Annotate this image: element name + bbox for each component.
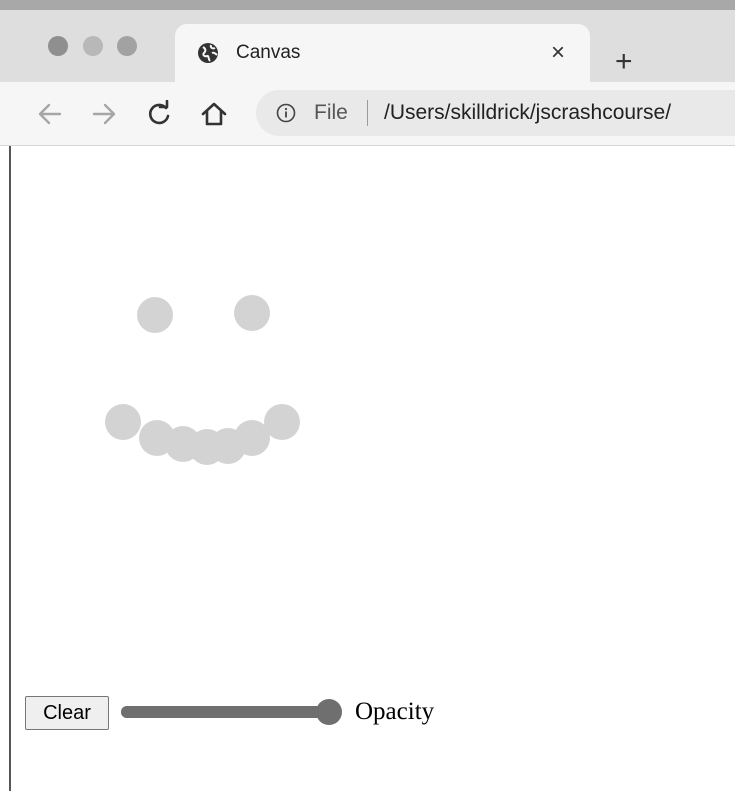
page-viewport: Clear Opacity	[0, 146, 735, 791]
reload-icon[interactable]	[145, 99, 173, 128]
back-arrow-icon[interactable]	[36, 100, 64, 128]
smile-dot	[105, 404, 141, 440]
drawing-canvas[interactable]	[0, 146, 735, 686]
close-window-button[interactable]	[48, 36, 68, 56]
url-text[interactable]: /Users/skilldrick/jscrashcourse/	[384, 102, 671, 124]
tab-title: Canvas	[236, 42, 301, 63]
url-scheme-label: File	[314, 101, 348, 124]
opacity-slider-thumb[interactable]	[316, 699, 342, 725]
tab-strip: Canvas × +	[0, 0, 735, 82]
home-icon[interactable]	[200, 100, 228, 128]
address-separator	[367, 100, 368, 126]
right-eye-dot	[234, 295, 270, 331]
smile-dot	[264, 404, 300, 440]
maximize-window-button[interactable]	[117, 36, 137, 56]
forward-arrow-icon[interactable]	[90, 100, 118, 128]
globe-icon	[197, 42, 219, 64]
browser-toolbar: File /Users/skilldrick/jscrashcourse/	[0, 82, 735, 146]
address-bar[interactable]: File /Users/skilldrick/jscrashcourse/	[256, 90, 735, 136]
minimize-window-button[interactable]	[83, 36, 103, 56]
opacity-label: Opacity	[355, 698, 435, 725]
info-icon[interactable]	[276, 103, 296, 123]
tab-canvas[interactable]: Canvas ×	[175, 24, 590, 82]
tab-close-icon[interactable]: ×	[551, 40, 565, 66]
window-left-edge	[9, 146, 11, 791]
opacity-slider-fill	[121, 706, 329, 718]
clear-button[interactable]: Clear	[25, 696, 109, 730]
left-eye-dot	[137, 297, 173, 333]
new-tab-button[interactable]: +	[615, 47, 633, 77]
opacity-slider[interactable]	[121, 699, 342, 725]
